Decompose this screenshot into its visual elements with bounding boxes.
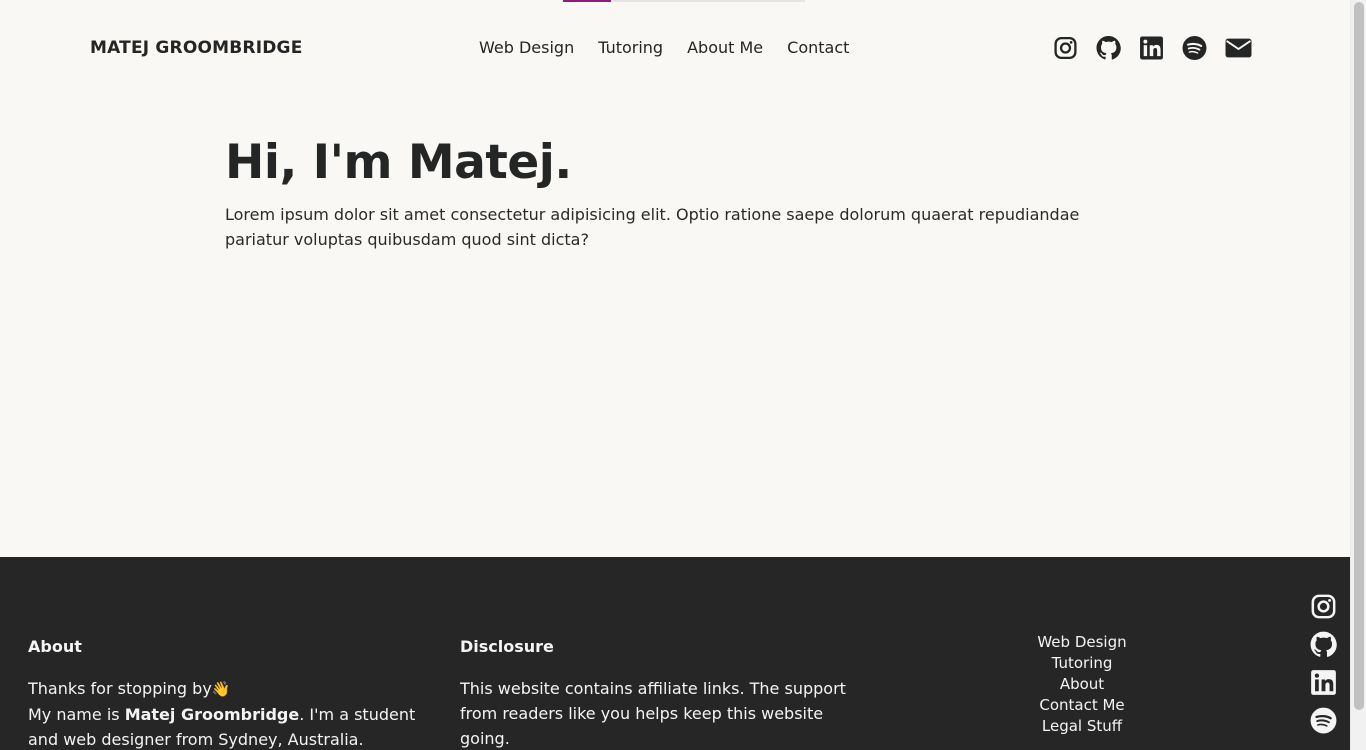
- footer-link-about[interactable]: About: [1000, 674, 1164, 695]
- hero-title: Hi, I'm Matej.: [225, 135, 572, 190]
- site-footer: About Thanks for stopping by👋 My name is …: [0, 557, 1350, 750]
- instagram-icon[interactable]: [1310, 593, 1337, 620]
- spotify-icon[interactable]: [1310, 707, 1337, 734]
- header-social-links: [1053, 35, 1252, 61]
- footer-link-web-design[interactable]: Web Design: [1000, 632, 1164, 653]
- main-nav: Web Design Tutoring About Me Contact: [479, 38, 849, 57]
- github-icon[interactable]: [1310, 631, 1337, 658]
- footer-link-legal-stuff[interactable]: Legal Stuff: [1000, 716, 1164, 737]
- footer-about-prefix: My name is: [28, 705, 125, 724]
- footer-disclosure: Disclosure This website contains affilia…: [460, 637, 850, 750]
- nav-link-about-me[interactable]: About Me: [687, 38, 763, 57]
- github-icon[interactable]: [1096, 35, 1121, 61]
- nav-link-tutoring[interactable]: Tutoring: [598, 38, 663, 57]
- site-header: MATEJ GROOMBRIDGE Web Design Tutoring Ab…: [0, 0, 1350, 96]
- footer-about-text: Thanks for stopping by👋 My name is Matej …: [28, 676, 418, 750]
- hero-section: Hi, I'm Matej. Lorem ipsum dolor sit ame…: [225, 132, 1105, 252]
- nav-link-contact[interactable]: Contact: [787, 38, 849, 57]
- footer-about-name: Matej Groombridge: [124, 705, 300, 724]
- linkedin-icon[interactable]: [1139, 35, 1164, 61]
- footer-about-line1: Thanks for stopping by: [28, 679, 212, 698]
- footer-social-links: [1310, 593, 1337, 734]
- footer-links: Web Design Tutoring About Contact Me Leg…: [1000, 632, 1164, 737]
- nav-link-web-design[interactable]: Web Design: [479, 38, 574, 57]
- instagram-icon[interactable]: [1053, 35, 1078, 61]
- footer-link-contact-me[interactable]: Contact Me: [1000, 695, 1164, 716]
- footer-about: About Thanks for stopping by👋 My name is …: [28, 637, 418, 750]
- hero-description: Lorem ipsum dolor sit amet consectetur a…: [225, 205, 1080, 249]
- footer-disclosure-heading: Disclosure: [460, 637, 554, 656]
- footer-disclosure-text: This website contains affiliate links. T…: [460, 679, 846, 748]
- footer-about-heading: About: [28, 637, 82, 656]
- page-scrollbar[interactable]: [1350, 0, 1366, 750]
- waving-hand-icon: 👋: [211, 680, 231, 698]
- site-logo-text[interactable]: MATEJ GROOMBRIDGE: [90, 38, 303, 58]
- scrollbar-thumb[interactable]: [1354, 2, 1364, 710]
- email-icon[interactable]: [1225, 35, 1252, 61]
- spotify-icon[interactable]: [1182, 35, 1207, 61]
- footer-link-tutoring[interactable]: Tutoring: [1000, 653, 1164, 674]
- linkedin-icon[interactable]: [1310, 669, 1337, 696]
